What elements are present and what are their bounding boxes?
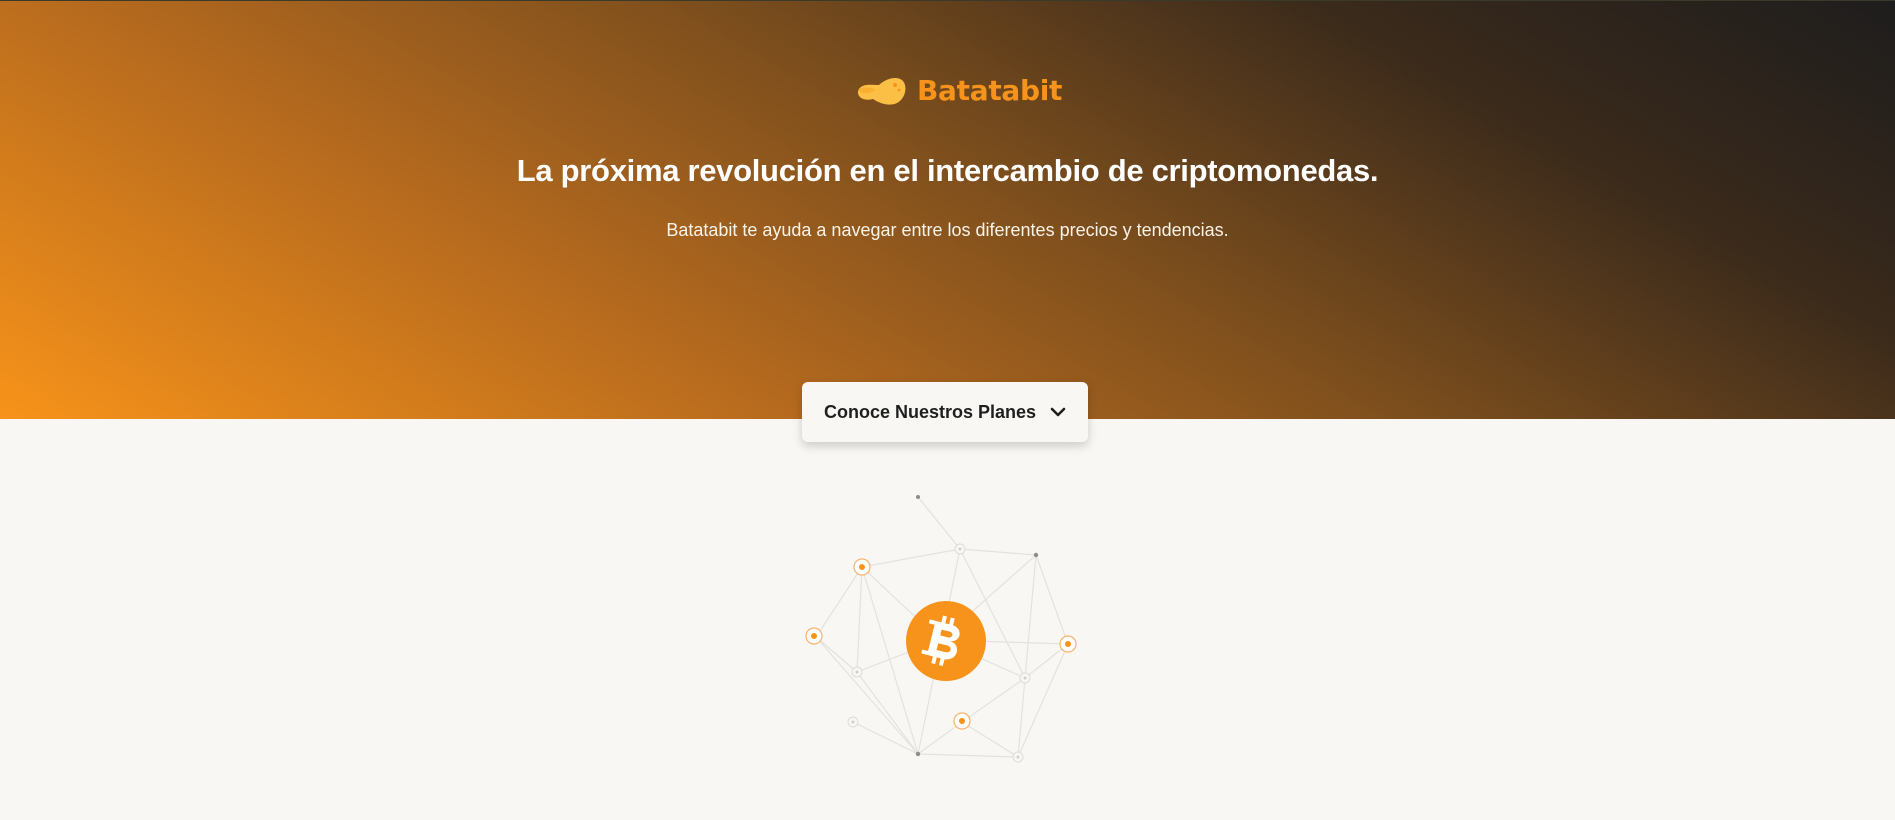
plans-button-label: Conoce Nuestros Planes: [823, 401, 1037, 422]
potato-icon: [855, 73, 907, 107]
hero-header: Batatabit La próxima revolución en el in…: [0, 0, 1895, 419]
bitcoin-icon: [906, 601, 986, 681]
logo[interactable]: Batatabit: [855, 73, 1062, 107]
landing-page: Batatabit La próxima revolución en el in…: [0, 0, 1895, 820]
hero-title: La próxima revolución en el intercambio …: [516, 153, 1379, 188]
network-illustration: [790, 480, 1090, 770]
plans-button[interactable]: Conoce Nuestros Planes: [802, 382, 1088, 442]
hero-subtitle: Batatabit te ayuda a navegar entre los d…: [666, 220, 1229, 240]
logo-text: Batatabit: [917, 73, 1063, 107]
chevron-down-icon: [1050, 406, 1066, 418]
